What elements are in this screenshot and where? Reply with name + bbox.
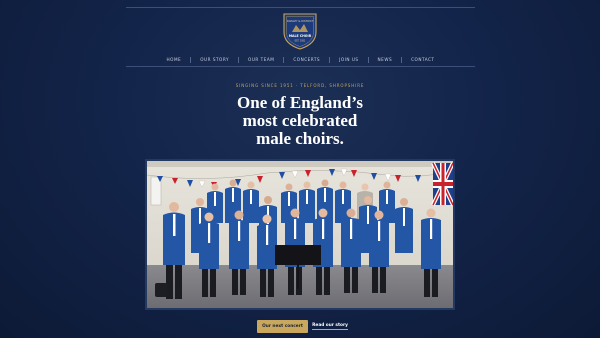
hero-headline: One of England’s most celebrated male ch… (237, 93, 363, 148)
nav-join-us[interactable]: JOIN US (330, 57, 367, 62)
read-our-story-link[interactable]: Read our story (312, 320, 348, 333)
nav-contact[interactable]: CONTACT (402, 57, 443, 62)
logo-text-mid: MALE CHOIR (289, 34, 312, 38)
header-top-divider (126, 7, 475, 8)
photo-frame (145, 159, 455, 310)
nav-our-story[interactable]: OUR STORY (191, 57, 238, 62)
choir-crest-icon[interactable]: DAWLEY & DISTRICT MALE CHOIR EST. 1951 (282, 12, 318, 50)
hero-tagline: SINGING SINCE 1951 · TELFORD, SHROPSHIRE (235, 83, 365, 88)
next-concert-button[interactable]: Our next concert (257, 320, 308, 333)
logo-text-bottom: EST. 1951 (295, 40, 306, 43)
read-our-story-label: Read our story (312, 323, 348, 330)
choir-group-photo (147, 161, 453, 308)
main-navigation: HOME OUR STORY OUR TEAM CONCERTS JOIN US… (126, 53, 475, 66)
logo-text-top: DAWLEY & DISTRICT (287, 19, 314, 23)
nav-concerts[interactable]: CONCERTS (284, 57, 329, 62)
nav-news[interactable]: NEWS (369, 57, 402, 62)
nav-our-team[interactable]: OUR TEAM (239, 57, 283, 62)
nav-home[interactable]: HOME (158, 57, 191, 62)
header-bottom-divider (126, 66, 475, 67)
